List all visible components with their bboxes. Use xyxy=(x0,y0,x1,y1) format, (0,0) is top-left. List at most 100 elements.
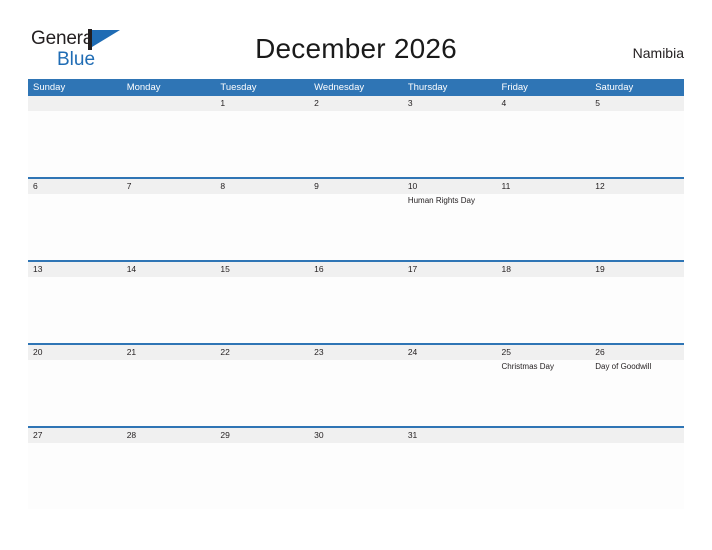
day-number[interactable]: 16 xyxy=(309,262,403,277)
page-title: December 2026 xyxy=(255,33,457,64)
week-event-area: Human Rights Day xyxy=(28,194,684,260)
day-header-saturday: Saturday xyxy=(595,82,634,93)
calendar-week-row: 27 28 29 30 31 xyxy=(28,428,684,509)
day-number[interactable]: 26 xyxy=(590,345,684,360)
week-date-band: 13 14 15 16 17 18 19 xyxy=(28,262,684,277)
day-cell[interactable]: Day of Goodwill xyxy=(590,360,684,426)
day-number[interactable]: 29 xyxy=(215,428,309,443)
event-label: Human Rights Day xyxy=(407,196,475,205)
day-cell[interactable] xyxy=(403,443,497,509)
day-number[interactable]: 28 xyxy=(122,428,216,443)
day-cell[interactable] xyxy=(122,194,216,260)
event-label: Christmas Day xyxy=(501,362,554,371)
day-cell[interactable] xyxy=(28,111,122,177)
day-cell[interactable] xyxy=(497,443,591,509)
day-cell[interactable] xyxy=(215,111,309,177)
day-number[interactable]: 22 xyxy=(215,345,309,360)
day-header-monday: Monday xyxy=(126,82,161,93)
day-number[interactable]: 25 xyxy=(497,345,591,360)
day-header-thursday: Thursday xyxy=(407,82,448,93)
day-number[interactable]: 20 xyxy=(28,345,122,360)
day-cell[interactable] xyxy=(122,360,216,426)
day-number[interactable]: 7 xyxy=(122,179,216,194)
day-cell[interactable] xyxy=(28,194,122,260)
day-number[interactable]: 27 xyxy=(28,428,122,443)
day-cell[interactable] xyxy=(403,111,497,177)
day-cell[interactable] xyxy=(28,360,122,426)
week-event-area xyxy=(28,443,684,509)
day-header-sunday: Sunday xyxy=(33,82,66,93)
day-cell[interactable] xyxy=(309,277,403,343)
day-header-wednesday: Wednesday xyxy=(314,82,365,93)
calendar-week-row: 1 2 3 4 5 xyxy=(28,96,684,179)
day-cell[interactable] xyxy=(497,111,591,177)
day-number[interactable]: 3 xyxy=(403,96,497,111)
calendar-week-row: 20 21 22 23 24 25 26 Christmas Day Day o… xyxy=(28,345,684,428)
day-number[interactable] xyxy=(497,428,591,443)
day-number[interactable] xyxy=(122,96,216,111)
day-cell[interactable] xyxy=(309,194,403,260)
day-number[interactable]: 19 xyxy=(590,262,684,277)
day-cell[interactable] xyxy=(590,194,684,260)
day-cell[interactable] xyxy=(309,443,403,509)
day-number[interactable] xyxy=(590,428,684,443)
day-number[interactable] xyxy=(28,96,122,111)
day-number[interactable]: 10 xyxy=(403,179,497,194)
day-header-tuesday: Tuesday xyxy=(220,82,257,93)
week-date-band: 20 21 22 23 24 25 26 xyxy=(28,345,684,360)
day-cell[interactable] xyxy=(590,111,684,177)
day-number[interactable]: 31 xyxy=(403,428,497,443)
day-cell[interactable] xyxy=(497,277,591,343)
day-cell[interactable] xyxy=(28,277,122,343)
day-cell[interactable] xyxy=(215,360,309,426)
day-number[interactable]: 24 xyxy=(403,345,497,360)
page-header: General Blue December 2026 Namibia xyxy=(0,0,712,78)
day-cell[interactable] xyxy=(122,277,216,343)
day-cell[interactable]: Christmas Day xyxy=(497,360,591,426)
calendar-grid: Sunday Monday Tuesday Wednesday Thursday… xyxy=(28,79,684,509)
day-cell[interactable] xyxy=(309,360,403,426)
country-label: Namibia xyxy=(632,45,684,61)
day-cell[interactable] xyxy=(215,277,309,343)
day-number[interactable]: 5 xyxy=(590,96,684,111)
day-number[interactable]: 17 xyxy=(403,262,497,277)
day-number[interactable]: 18 xyxy=(497,262,591,277)
day-cell[interactable] xyxy=(403,360,497,426)
day-cell[interactable] xyxy=(309,111,403,177)
day-number[interactable]: 11 xyxy=(497,179,591,194)
calendar-week-row: 13 14 15 16 17 18 19 xyxy=(28,262,684,345)
day-number[interactable]: 6 xyxy=(28,179,122,194)
day-cell[interactable] xyxy=(215,194,309,260)
day-cell[interactable] xyxy=(122,111,216,177)
day-number[interactable]: 15 xyxy=(215,262,309,277)
week-event-area xyxy=(28,277,684,343)
day-cell[interactable] xyxy=(497,194,591,260)
day-number[interactable]: 8 xyxy=(215,179,309,194)
event-label: Day of Goodwill xyxy=(595,362,652,371)
day-cell[interactable] xyxy=(28,443,122,509)
day-number[interactable]: 14 xyxy=(122,262,216,277)
day-number[interactable]: 4 xyxy=(497,96,591,111)
day-number[interactable]: 13 xyxy=(28,262,122,277)
day-header-friday: Friday xyxy=(501,82,528,93)
day-cell[interactable] xyxy=(590,443,684,509)
day-number[interactable]: 23 xyxy=(309,345,403,360)
day-number[interactable]: 21 xyxy=(122,345,216,360)
day-number[interactable]: 9 xyxy=(309,179,403,194)
week-event-area: Christmas Day Day of Goodwill xyxy=(28,360,684,426)
week-date-band: 6 7 8 9 10 11 12 xyxy=(28,179,684,194)
calendar-week-row: 6 7 8 9 10 11 12 Human Rights Day xyxy=(28,179,684,262)
day-cell[interactable] xyxy=(403,277,497,343)
day-number[interactable]: 2 xyxy=(309,96,403,111)
day-cell[interactable] xyxy=(215,443,309,509)
week-event-area xyxy=(28,111,684,177)
day-number[interactable]: 30 xyxy=(309,428,403,443)
week-date-band: 1 2 3 4 5 xyxy=(28,96,684,111)
day-number[interactable]: 12 xyxy=(590,179,684,194)
day-cell[interactable] xyxy=(590,277,684,343)
day-cell[interactable] xyxy=(122,443,216,509)
day-number[interactable]: 1 xyxy=(215,96,309,111)
day-cell[interactable]: Human Rights Day xyxy=(403,194,497,260)
day-of-week-header: Sunday Monday Tuesday Wednesday Thursday… xyxy=(28,79,684,96)
week-date-band: 27 28 29 30 31 xyxy=(28,428,684,443)
